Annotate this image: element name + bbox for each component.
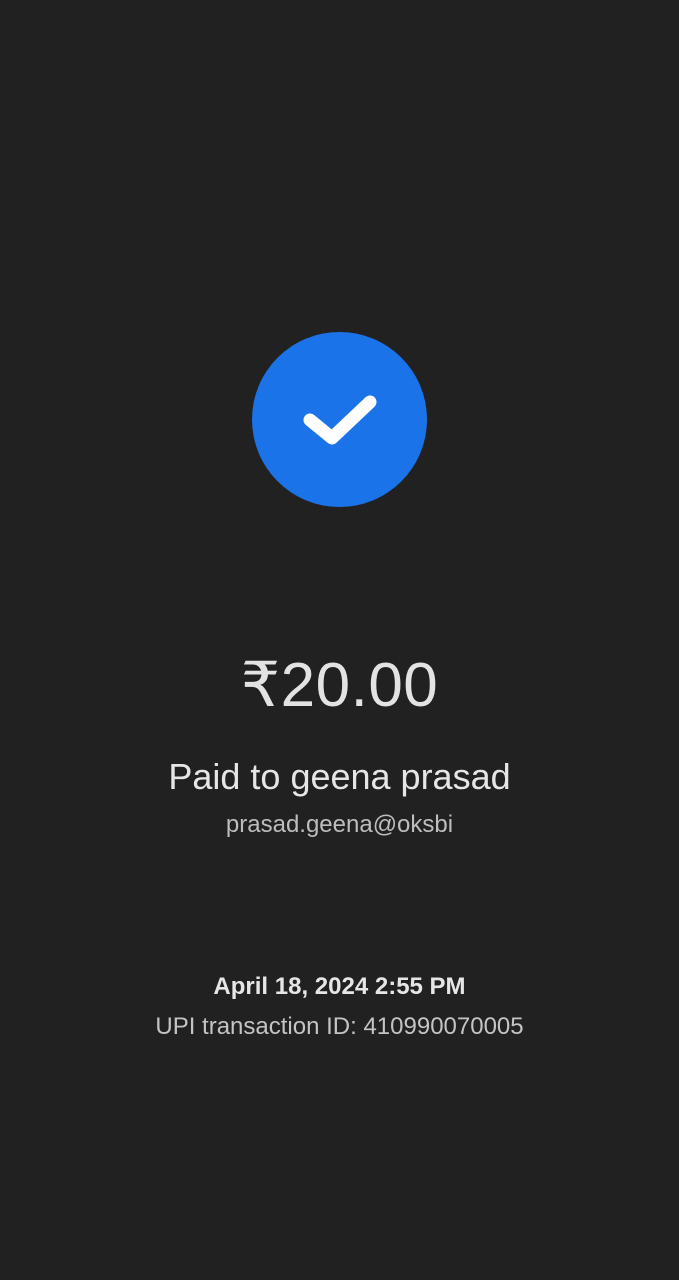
transaction-datetime: April 18, 2024 2:55 PM	[213, 973, 466, 1000]
payee-upi-id: prasad.geena@oksbi	[225, 811, 454, 838]
upi-transaction-id: UPI transaction ID: 410990070005	[155, 1013, 524, 1040]
payee-name: Paid to geena prasad	[168, 756, 511, 797]
payment-amount: ₹20.00	[240, 651, 439, 720]
payment-success-badge	[252, 332, 427, 507]
check-icon	[303, 395, 376, 444]
